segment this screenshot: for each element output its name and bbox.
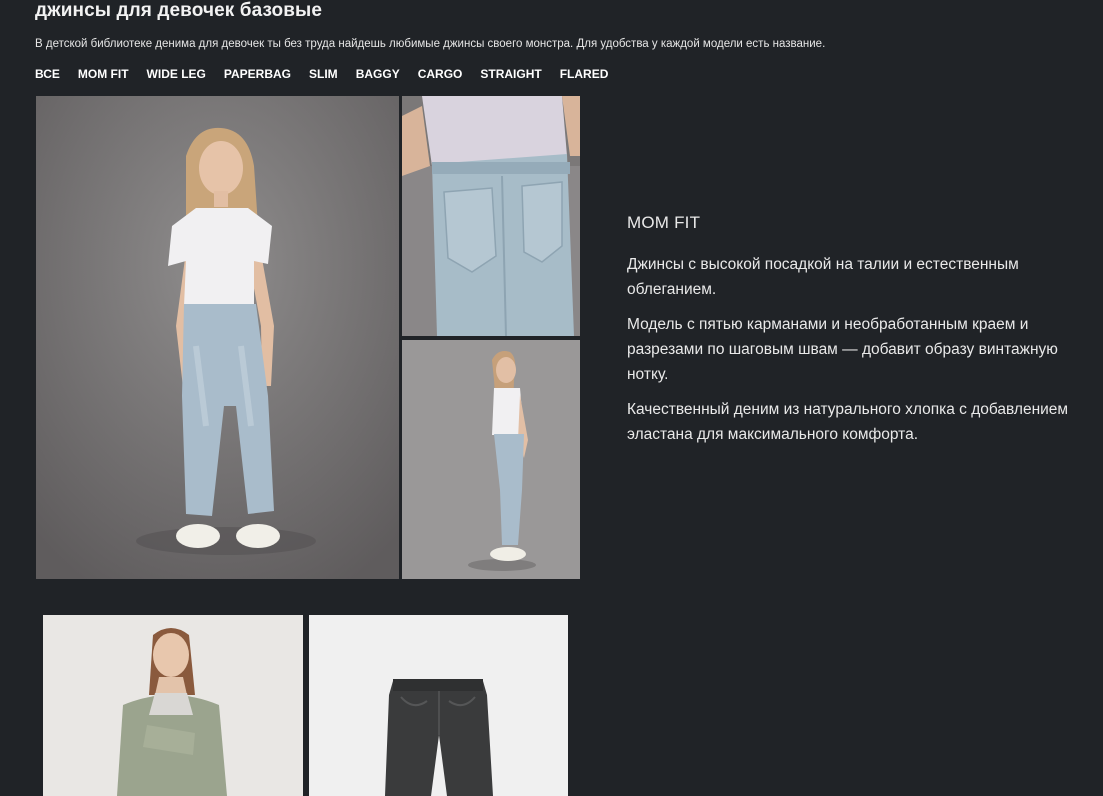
filter-mom-fit[interactable]: MOM FIT xyxy=(78,67,129,81)
model-name: MOM FIT xyxy=(627,213,701,232)
filter-bar: ВСЕ MOM FIT WIDE LEG PAPERBAG SLIM BAGGY… xyxy=(35,67,608,81)
model-description: MOM FIT Джинсы с высокой посадкой на тал… xyxy=(627,213,1087,457)
model-paragraph: Модель с пятью карманами и необработанны… xyxy=(627,316,1058,383)
model-paragraph: Качественный деним из натурального хлопк… xyxy=(627,401,1069,443)
filter-cargo[interactable]: CARGO xyxy=(418,67,463,81)
product-photo-side[interactable] xyxy=(402,340,580,579)
filter-all[interactable]: ВСЕ xyxy=(35,67,60,81)
filter-baggy[interactable]: BAGGY xyxy=(356,67,400,81)
page-subtitle: В детской библиотеке денима для девочек … xyxy=(35,38,826,50)
page-title: джинсы для девочек базовые xyxy=(35,0,323,21)
filter-paperbag[interactable]: PAPERBAG xyxy=(224,67,291,81)
product-photo-pocket-closeup[interactable] xyxy=(402,96,580,336)
product-photo-jacket[interactable] xyxy=(43,615,303,796)
product-photo-black-jeans[interactable] xyxy=(309,615,568,796)
filter-wide-leg[interactable]: WIDE LEG xyxy=(147,67,206,81)
filter-straight[interactable]: STRAIGHT xyxy=(480,67,541,81)
filter-flared[interactable]: FLARED xyxy=(560,67,609,81)
filter-slim[interactable]: SLIM xyxy=(309,67,338,81)
product-photo-front[interactable] xyxy=(36,96,399,579)
page: джинсы для девочек базовые В детской биб… xyxy=(0,0,1103,796)
model-paragraph: Джинсы с высокой посадкой на талии и ест… xyxy=(627,256,1019,298)
